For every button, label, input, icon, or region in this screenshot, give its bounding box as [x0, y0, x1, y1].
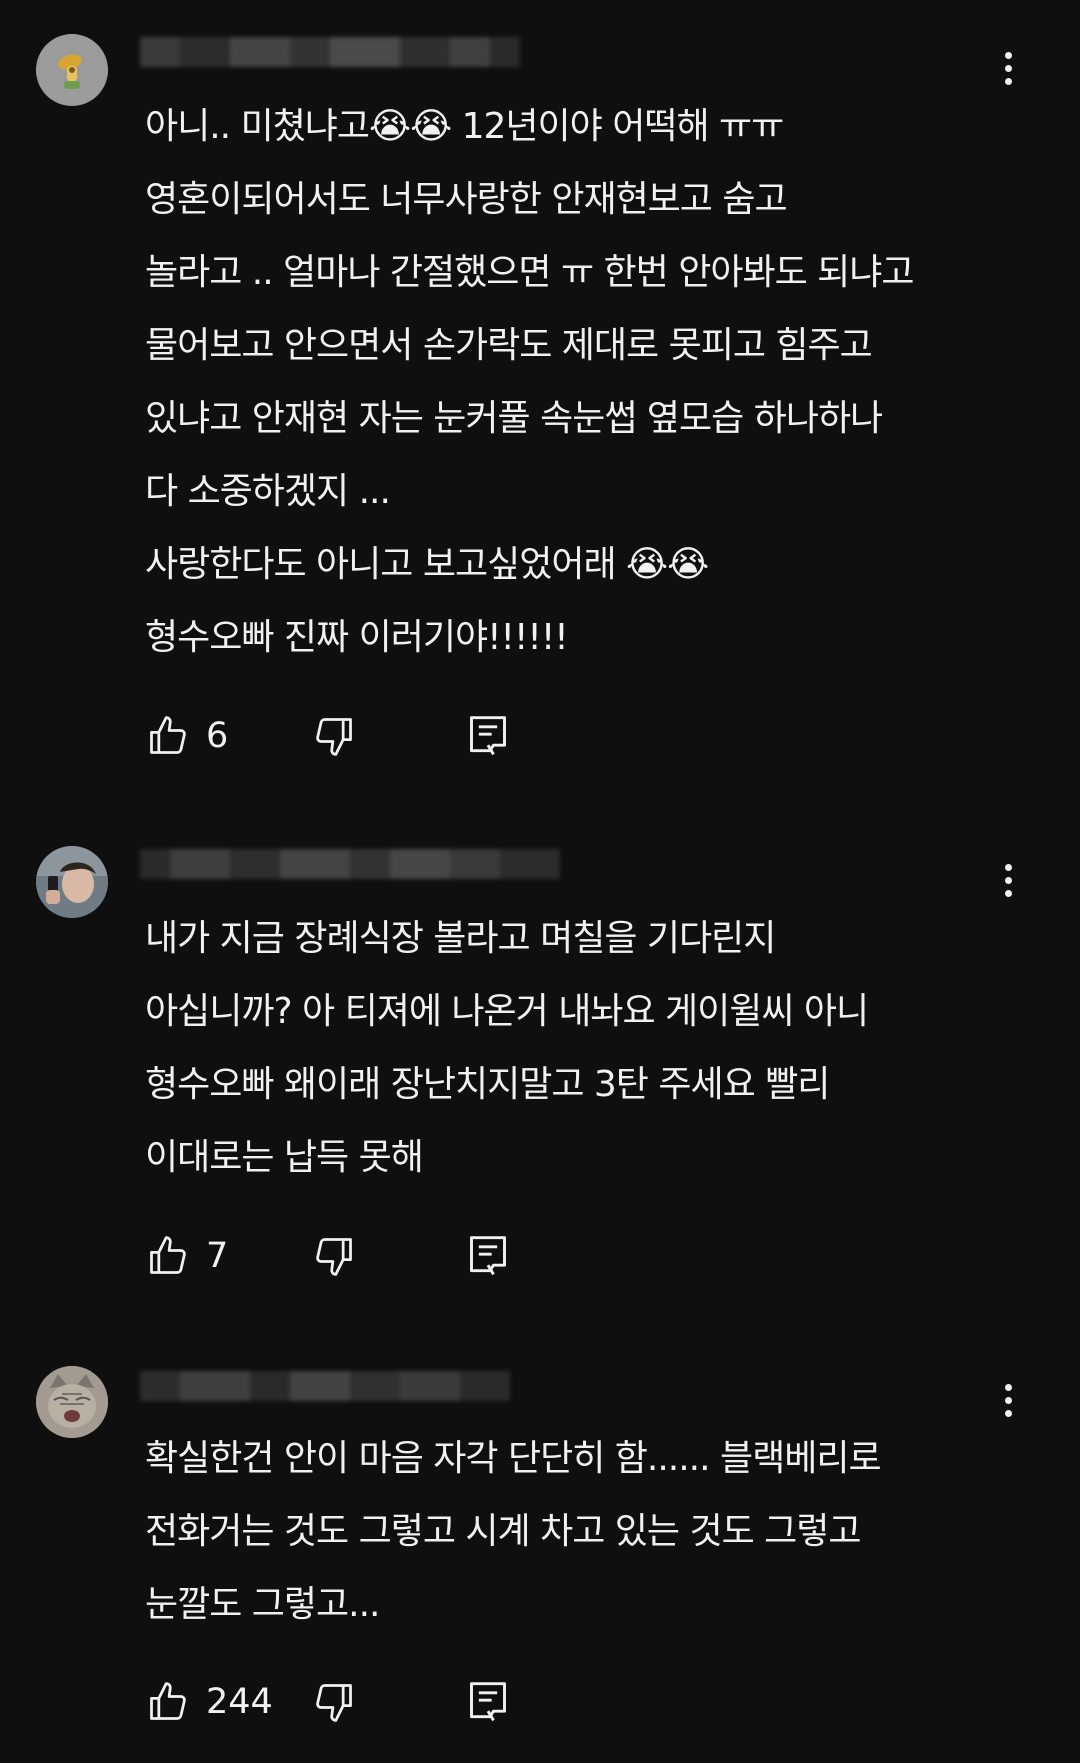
username-redacted[interactable] — [140, 1360, 510, 1412]
reply-button[interactable] — [466, 1672, 510, 1732]
like-button[interactable]: 244 — [146, 1672, 273, 1732]
comment-menu-button[interactable] — [994, 854, 1022, 906]
thumbs-down-icon — [316, 1238, 352, 1276]
like-button[interactable]: 7 — [146, 1226, 228, 1286]
thumbs-up-icon — [150, 716, 186, 754]
comment-menu-button[interactable] — [994, 1374, 1022, 1426]
reply-comment-icon — [470, 716, 506, 756]
reply-button[interactable] — [466, 706, 510, 766]
like-count: 7 — [206, 1236, 229, 1276]
dislike-button[interactable] — [312, 1226, 356, 1286]
thumbs-down-icon — [316, 1684, 352, 1722]
more-vert-icon — [1004, 863, 1012, 871]
avatar-selfie-photo — [36, 846, 108, 918]
reply-comment-icon — [470, 1682, 506, 1722]
like-count: 244 — [206, 1682, 273, 1722]
more-vert-icon — [1004, 51, 1012, 59]
username-redacted[interactable] — [140, 26, 520, 78]
thumbs-down-icon — [316, 718, 352, 756]
comment-text: 확실한건 안이 마음 자각 단단히 함...... 블랙베리로 전화거는 것도 … — [145, 1438, 882, 1625]
reply-button[interactable] — [466, 1226, 510, 1286]
like-button[interactable]: 6 — [146, 706, 228, 766]
thumbs-up-icon — [150, 1682, 186, 1720]
commenter-avatar[interactable] — [36, 1366, 108, 1438]
more-vert-icon — [1004, 1383, 1012, 1391]
comment-text: 내가 지금 장례식장 볼라고 며칠을 기다린지 아십니까? 아 티져에 나온거 … — [145, 918, 869, 1178]
reply-comment-icon — [470, 1236, 506, 1276]
avatar-cat-photo — [36, 1366, 108, 1438]
commenter-avatar[interactable] — [36, 846, 108, 918]
like-count: 6 — [206, 716, 229, 756]
thumbs-up-icon — [150, 1236, 186, 1274]
dislike-button[interactable] — [312, 1672, 356, 1732]
avatar-character-icon — [36, 34, 108, 106]
comment-actions: 244 — [140, 1672, 560, 1732]
dislike-button[interactable] — [312, 706, 356, 766]
comment-text: 아니.. 미쳤냐고😭😭 12년이야 어떡해 ㅠㅠ 영혼이되어서도 너무사랑한 안… — [145, 106, 915, 658]
commenter-avatar[interactable] — [36, 34, 108, 106]
comment-menu-button[interactable] — [994, 42, 1022, 94]
comment-actions: 7 — [140, 1226, 560, 1286]
username-redacted[interactable] — [140, 838, 560, 890]
comment-actions: 6 — [140, 706, 560, 766]
